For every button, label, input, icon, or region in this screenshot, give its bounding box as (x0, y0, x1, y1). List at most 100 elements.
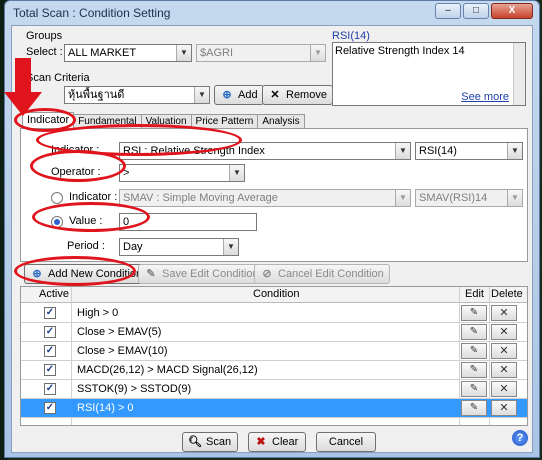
chevron-down-icon: ▼ (176, 45, 191, 61)
condition-text: High > 0 (77, 307, 119, 319)
active-checkbox[interactable]: ✓ (44, 364, 56, 376)
delete-icon[interactable]: ✕ (491, 362, 517, 378)
cancel-edit-condition-button[interactable]: ⊘ Cancel Edit Condition (254, 264, 390, 284)
indicator-description-box: Relative Strength Index 14 See more (332, 42, 526, 106)
condition-text: MACD(26,12) > MACD Signal(26,12) (77, 364, 258, 376)
period-select-value: Day (123, 241, 143, 253)
info-title: RSI(14) (332, 30, 370, 42)
header-condition: Condition (253, 288, 300, 300)
indicator2-select[interactable]: SMAV : Simple Moving Average ▼ (119, 189, 411, 207)
save-edit-condition-label: Save Edit Condition (162, 268, 259, 280)
chevron-down-icon: ▼ (395, 143, 410, 159)
delete-icon[interactable]: ✕ (491, 400, 517, 416)
maximize-button[interactable]: □ (463, 3, 489, 19)
cancel-edit-condition-label: Cancel Edit Condition (278, 268, 384, 280)
table-row[interactable]: ✓ High > 0 ✎ ✕ (21, 304, 527, 323)
chevron-down-icon: ▼ (223, 239, 238, 255)
table-row[interactable]: ✓ Close > EMAV(10) ✎ ✕ (21, 342, 527, 361)
delete-icon[interactable]: ✕ (491, 381, 517, 397)
annotation-oval-add-condition (14, 256, 136, 286)
window-controls: – □ X (435, 3, 533, 19)
header-edit: Edit (465, 288, 484, 300)
active-checkbox[interactable]: ✓ (44, 402, 56, 414)
indicator-description: Relative Strength Index 14 (335, 45, 465, 57)
scan-button[interactable]: 🔍︎ Scan (182, 432, 238, 452)
x-icon: ✕ (270, 89, 280, 101)
window-title: Total Scan : Condition Setting (13, 6, 171, 20)
active-checkbox[interactable]: ✓ (44, 345, 56, 357)
table-row[interactable]: ✓ SSTOK(9) > SSTOD(9) ✎ ✕ (21, 380, 527, 399)
header-active: Active (39, 288, 69, 300)
sector-select[interactable]: $AGRI ▼ (196, 44, 326, 62)
clear-label: Clear (272, 436, 299, 448)
add-criteria-button[interactable]: ⊕ Add (214, 85, 264, 105)
condition-text: Close > EMAV(5) (77, 326, 162, 338)
indicator-compare-radio[interactable] (51, 192, 63, 204)
indicator2-select-value: SMAV : Simple Moving Average (123, 192, 278, 204)
edit-icon: ✎ (146, 268, 156, 280)
edit-icon[interactable]: ✎ (461, 362, 487, 378)
dialog-body: Groups Select : ALL MARKET ▼ $AGRI ▼ Sca… (11, 25, 533, 453)
period-label: Period : (67, 240, 105, 252)
chevron-down-icon: ▼ (229, 165, 244, 181)
table-row[interactable]: ✓ MACD(26,12) > MACD Signal(26,12) ✎ ✕ (21, 361, 527, 380)
clear-icon: ✖ (256, 436, 266, 448)
sector-select-value: $AGRI (200, 47, 234, 59)
remove-criteria-label: Remove (286, 89, 327, 101)
chevron-down-icon: ▼ (395, 190, 410, 206)
edit-icon[interactable]: ✎ (461, 400, 487, 416)
add-criteria-label: Add (238, 89, 258, 101)
delete-icon[interactable]: ✕ (491, 305, 517, 321)
delete-icon[interactable]: ✕ (491, 343, 517, 359)
criteria-select-value: หุ้นพื้นฐานดี (68, 89, 125, 101)
add-icon: ⊕ (222, 89, 232, 101)
tab-analysis[interactable]: Analysis (257, 114, 305, 128)
edit-icon[interactable]: ✎ (461, 305, 487, 321)
see-more-link[interactable]: See more (461, 91, 509, 103)
table-row[interactable]: ✓ Close > EMAV(5) ✎ ✕ (21, 323, 527, 342)
chevron-down-icon: ▼ (507, 190, 522, 206)
market-select-value: ALL MARKET (68, 47, 137, 59)
clear-button[interactable]: ✖ Clear (248, 432, 306, 452)
condition-grid: Active Condition Edit Delete ✓ High > 0 … (20, 286, 528, 426)
tab-price-pattern[interactable]: Price Pattern (190, 114, 259, 128)
title-bar[interactable]: Total Scan : Condition Setting – □ X (5, 1, 539, 25)
chevron-down-icon: ▼ (310, 45, 325, 61)
active-checkbox[interactable]: ✓ (44, 307, 56, 319)
condition-text: RSI(14) > 0 (77, 402, 134, 414)
annotation-oval-operator (30, 150, 126, 182)
condition-text: Close > EMAV(10) (77, 345, 168, 357)
indicator2-param-select[interactable]: SMAV(RSI)14 ▼ (415, 189, 523, 207)
criteria-select[interactable]: หุ้นพื้นฐานดี ▼ (64, 86, 210, 104)
select-label: Select : (26, 46, 63, 58)
header-delete: Delete (491, 288, 523, 300)
scan-label: Scan (206, 436, 232, 448)
help-icon[interactable]: ? (512, 430, 528, 446)
indicator-param-value: RSI(14) (419, 145, 457, 157)
chevron-down-icon: ▼ (507, 143, 522, 159)
chevron-down-icon: ▼ (194, 87, 209, 103)
active-checkbox[interactable]: ✓ (44, 326, 56, 338)
edit-icon[interactable]: ✎ (461, 324, 487, 340)
close-button[interactable]: X (491, 3, 533, 19)
edit-icon[interactable]: ✎ (461, 381, 487, 397)
groups-label: Groups (26, 30, 63, 42)
active-checkbox[interactable]: ✓ (44, 383, 56, 395)
indicator-param-select[interactable]: RSI(14) ▼ (415, 142, 523, 160)
cancel-icon: ⊘ (262, 268, 272, 280)
remove-criteria-button[interactable]: ✕ Remove (262, 85, 333, 105)
save-edit-condition-button[interactable]: ✎ Save Edit Condition (138, 264, 265, 284)
grid-header: Active Condition Edit Delete (21, 287, 527, 303)
table-row-selected[interactable]: ✓ RSI(14) > 0 ✎ ✕ (21, 399, 527, 418)
description-scrollbar[interactable] (513, 43, 525, 105)
cancel-label: Cancel (328, 436, 364, 448)
period-select[interactable]: Day ▼ (119, 238, 239, 256)
minimize-button[interactable]: – (435, 3, 461, 19)
delete-icon[interactable]: ✕ (491, 324, 517, 340)
market-select[interactable]: ALL MARKET ▼ (64, 44, 192, 62)
operator-select[interactable]: > ▼ (119, 164, 245, 182)
annotation-oval-value (32, 202, 150, 232)
edit-icon[interactable]: ✎ (461, 343, 487, 359)
magnifier-icon: 🔍︎ (188, 436, 202, 448)
cancel-button[interactable]: Cancel (316, 432, 376, 452)
